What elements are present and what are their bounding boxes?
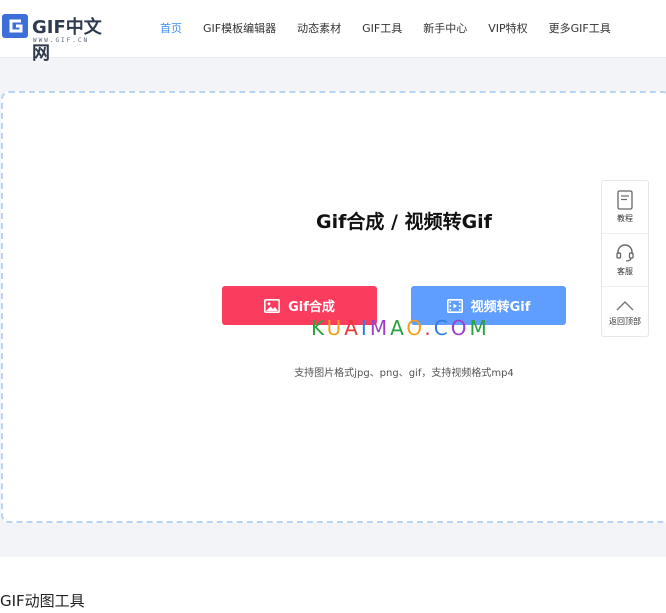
sidebar-item-tutorial[interactable]: 教程	[602, 181, 648, 234]
watermark-letter: A	[344, 316, 361, 340]
sidebar-item-label: 返回顶部	[609, 317, 641, 326]
watermark-letter: U	[326, 316, 345, 340]
video-to-gif-label: 视频转Gif	[470, 300, 531, 315]
headset-icon	[616, 244, 634, 262]
nav-home[interactable]: 首页	[150, 0, 192, 57]
gif-compose-label: Gif合成	[288, 300, 335, 315]
top-header: GIF中文网 WWW.GIF.CN 首页 GIF模板编辑器 动态素材 GIF工具…	[0, 0, 666, 64]
nav-more-gif-tools[interactable]: 更多GIF工具	[539, 0, 621, 57]
main-nav: 首页 GIF模板编辑器 动态素材 GIF工具 新手中心 VIP特权 更多GIF工…	[150, 0, 622, 57]
sidebar-item-label: 客服	[617, 267, 633, 276]
watermark-letter: C	[433, 316, 451, 340]
watermark: KUAIMAO.COM	[311, 316, 490, 340]
watermark-letter: .	[424, 316, 434, 340]
site-logo[interactable]: GIF中文网 WWW.GIF.CN	[2, 12, 112, 64]
chevron-up-icon	[616, 301, 634, 311]
format-hint: 支持图片格式jpg、png、gif，支持视频格式mp4	[294, 368, 514, 379]
tools-section: GIF动图工具	[0, 557, 666, 613]
nav-beginner-center[interactable]: 新手中心	[413, 0, 477, 57]
watermark-letter: I	[360, 316, 370, 340]
floating-sidebar: 教程 客服 返回顶部	[601, 180, 649, 337]
nav-gif-tools[interactable]: GIF工具	[352, 0, 412, 57]
film-icon	[446, 298, 463, 313]
sidebar-item-support[interactable]: 客服	[602, 234, 648, 287]
nav-vip[interactable]: VIP特权	[478, 0, 537, 57]
watermark-letter: M	[469, 316, 490, 340]
sidebar-item-back-to-top[interactable]: 返回顶部	[602, 287, 648, 339]
nav-dynamic-materials[interactable]: 动态素材	[287, 0, 351, 57]
logo-subtext: WWW.GIF.CN	[33, 37, 90, 44]
sidebar-item-label: 教程	[617, 214, 633, 223]
watermark-letter: O	[406, 316, 425, 340]
image-icon	[264, 298, 281, 313]
watermark-letter: O	[450, 316, 470, 340]
section-title: GIF动图工具	[0, 592, 85, 610]
book-icon	[617, 190, 633, 210]
watermark-letter: M	[369, 316, 391, 340]
nav-gif-template-editor[interactable]: GIF模板编辑器	[193, 0, 286, 57]
watermark-letter: K	[311, 316, 327, 340]
watermark-letter: A	[390, 316, 407, 340]
logo-g-icon	[2, 14, 28, 38]
page-title: Gif合成 / 视频转Gif	[316, 211, 492, 233]
